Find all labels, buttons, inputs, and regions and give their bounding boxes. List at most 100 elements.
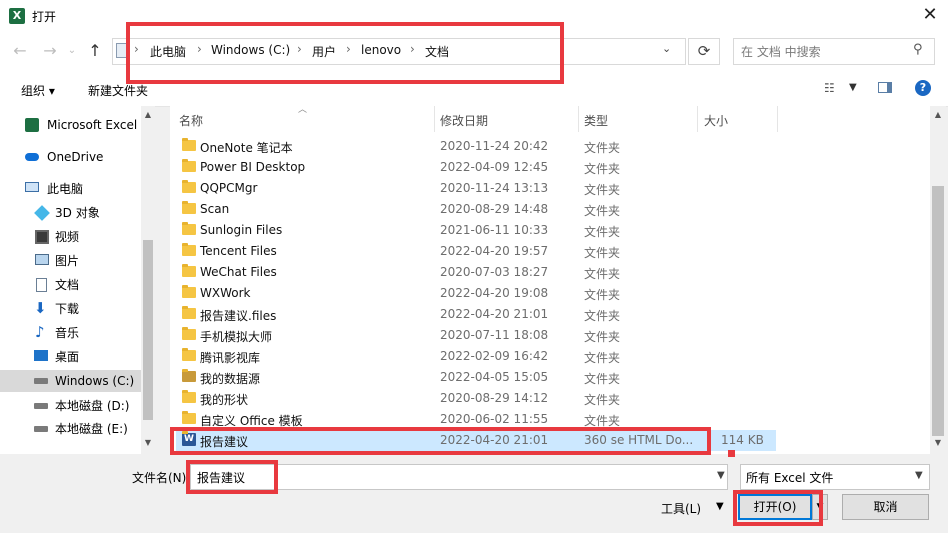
recent-locations-dropdown[interactable]: ⌄ xyxy=(62,40,82,62)
sidebar-item-disk-d[interactable]: 本地磁盘 (D:) xyxy=(0,395,140,417)
chevron-down-icon[interactable]: ▼ xyxy=(849,82,857,93)
folder-icon xyxy=(182,201,196,214)
file-row[interactable]: 腾讯影视库 2022-02-09 16:42 文件夹 xyxy=(176,346,776,367)
file-type: 文件夹 xyxy=(584,225,621,239)
file-name: 我的数据源 xyxy=(200,372,261,386)
sidebar-item-desktop[interactable]: 桌面 xyxy=(0,346,140,368)
computer-icon xyxy=(25,182,39,192)
column-divider[interactable] xyxy=(777,106,778,132)
column-header-modified[interactable]: 修改日期 xyxy=(440,112,488,129)
sidebar-item-music[interactable]: ♪ 音乐 xyxy=(0,322,140,344)
sidebar-item-3d-objects[interactable]: 3D 对象 xyxy=(0,202,140,224)
file-modified: 2022-02-09 16:42 xyxy=(440,349,549,363)
sidebar-item-windows-c[interactable]: Windows (C:) xyxy=(0,370,141,392)
file-name: Scan xyxy=(200,202,230,216)
filetype-value: 所有 Excel 文件 xyxy=(746,471,834,485)
close-button[interactable]: ✕ xyxy=(916,4,944,28)
chevron-down-icon[interactable]: ▼ xyxy=(716,501,724,512)
scroll-down-arrow[interactable]: ▼ xyxy=(931,438,945,447)
file-modified: 2022-04-05 15:05 xyxy=(440,370,549,384)
sidebar-item-this-pc[interactable]: 此电脑 xyxy=(0,178,140,200)
file-type: 文件夹 xyxy=(584,183,621,197)
column-divider[interactable] xyxy=(434,106,435,132)
sidebar-item-downloads[interactable]: ⬇ 下载 xyxy=(0,298,140,320)
sidebar-item-onedrive[interactable]: OneDrive xyxy=(0,146,140,168)
file-name: 我的形状 xyxy=(200,393,249,407)
file-row[interactable]: QQPCMgr 2020-11-24 13:13 文件夹 xyxy=(176,178,776,199)
file-type: 文件夹 xyxy=(584,288,621,302)
file-row[interactable]: OneNote 笔记本 2020-11-24 20:42 文件夹 xyxy=(176,136,776,157)
new-folder-button[interactable]: 新建文件夹 xyxy=(88,82,148,99)
file-row[interactable]: WeChat Files 2020-07-03 18:27 文件夹 xyxy=(176,262,776,283)
folder-icon xyxy=(182,222,196,235)
scroll-up-arrow[interactable]: ▲ xyxy=(141,110,155,119)
sidebar-item-disk-e[interactable]: 本地磁盘 (E:) xyxy=(0,418,140,440)
file-size: 114 KB xyxy=(721,433,764,447)
file-name: Tencent Files xyxy=(200,244,277,258)
video-icon xyxy=(35,230,49,244)
scroll-up-arrow[interactable]: ▲ xyxy=(931,110,945,119)
drive-icon xyxy=(34,426,48,432)
chevron-down-icon[interactable]: ▼ xyxy=(915,470,923,481)
sidebar-item-pictures[interactable]: 图片 xyxy=(0,250,140,272)
download-icon: ⬇ xyxy=(34,299,47,317)
picture-icon xyxy=(35,254,49,265)
file-name: OneNote 笔记本 xyxy=(200,141,293,155)
back-button[interactable]: ← xyxy=(10,40,30,62)
file-row[interactable]: 报告建议.files 2022-04-20 21:01 文件夹 xyxy=(176,304,776,325)
file-row[interactable]: 我的形状 2020-08-29 14:12 文件夹 xyxy=(176,388,776,409)
sidebar-item-label: 文档 xyxy=(55,278,80,292)
file-modified: 2022-04-20 21:01 xyxy=(440,307,549,321)
file-name: 腾讯影视库 xyxy=(200,351,261,365)
file-row[interactable]: Tencent Files 2022-04-20 19:57 文件夹 xyxy=(176,241,776,262)
excel-app-icon: X xyxy=(9,8,25,24)
folder-icon xyxy=(182,243,196,256)
chevron-down-icon[interactable]: ▼ xyxy=(717,470,725,481)
scroll-down-arrow[interactable]: ▼ xyxy=(141,438,155,447)
file-list-scroll-thumb[interactable] xyxy=(932,186,944,436)
folder-icon xyxy=(182,327,196,340)
refresh-button[interactable]: ⟳ xyxy=(688,38,720,65)
sidebar-item-label: 本地磁盘 (E:) xyxy=(55,422,128,436)
chevron-down-icon[interactable]: ⌄ xyxy=(662,42,671,55)
organize-menu-button[interactable]: 组织 ▾ xyxy=(21,82,55,99)
annotation-box-address xyxy=(126,22,564,84)
sidebar-item-excel[interactable]: Microsoft Excel xyxy=(0,114,140,136)
preview-pane-icon[interactable] xyxy=(878,82,892,93)
drive-icon xyxy=(34,403,48,409)
file-row[interactable]: 手机模拟大师 2020-07-11 18:08 文件夹 xyxy=(176,325,776,346)
file-name: WXWork xyxy=(200,286,251,300)
column-header-name[interactable]: 名称 xyxy=(179,112,203,129)
window-title: 打开 xyxy=(32,10,57,24)
sidebar-item-documents[interactable]: 文档 xyxy=(0,274,140,296)
annotation-box-filename xyxy=(186,460,278,494)
sidebar-item-videos[interactable]: 视频 xyxy=(0,226,140,248)
column-header-type[interactable]: 类型 xyxy=(584,112,608,129)
help-icon[interactable]: ? xyxy=(915,80,931,96)
file-row[interactable]: Scan 2020-08-29 14:48 文件夹 xyxy=(176,199,776,220)
file-row[interactable]: 我的数据源 2022-04-05 15:05 文件夹 xyxy=(176,367,776,388)
column-divider[interactable] xyxy=(697,106,698,132)
cancel-button[interactable]: 取消 xyxy=(842,494,929,520)
file-row[interactable]: Sunlogin Files 2021-06-11 10:33 文件夹 xyxy=(176,220,776,241)
sidebar-scroll-thumb[interactable] xyxy=(143,240,153,420)
folder-icon xyxy=(182,159,196,172)
column-header-size[interactable]: 大小 xyxy=(704,112,728,129)
view-options-icon[interactable]: ☷ xyxy=(824,81,835,95)
file-modified: 2021-06-11 10:33 xyxy=(440,223,549,237)
file-row[interactable]: Power BI Desktop 2022-04-09 12:45 文件夹 xyxy=(176,157,776,178)
folder-icon xyxy=(182,306,196,319)
up-button[interactable]: ↑ xyxy=(85,40,105,62)
file-name: Sunlogin Files xyxy=(200,223,283,237)
file-type: 文件夹 xyxy=(584,330,621,344)
file-modified: 2020-07-03 18:27 xyxy=(440,265,549,279)
file-type: 文件夹 xyxy=(584,267,621,281)
file-row[interactable]: WXWork 2022-04-20 19:08 文件夹 xyxy=(176,283,776,304)
file-modified: 2020-08-29 14:48 xyxy=(440,202,549,216)
sidebar-item-label: Microsoft Excel xyxy=(47,118,138,132)
tools-menu-button[interactable]: 工具(L) xyxy=(661,500,701,517)
cloud-icon xyxy=(25,153,39,161)
forward-button[interactable]: → xyxy=(40,40,60,62)
column-divider[interactable] xyxy=(578,106,579,132)
cube-icon xyxy=(34,205,50,221)
